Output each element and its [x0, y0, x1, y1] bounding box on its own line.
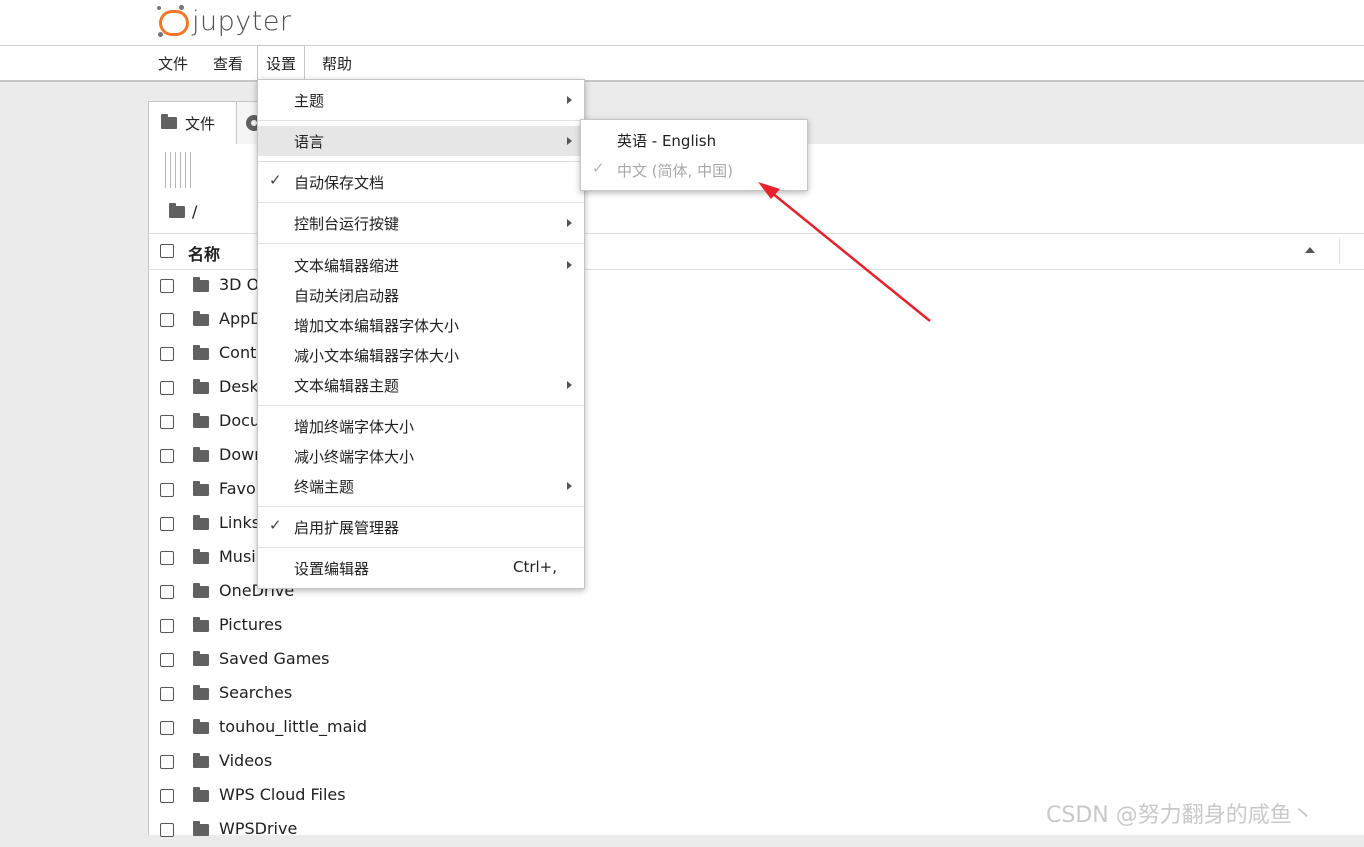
- watermark: CSDN @努力翻身的咸鱼丶: [1046, 803, 1314, 828]
- annotation-arrow: [758, 182, 931, 322]
